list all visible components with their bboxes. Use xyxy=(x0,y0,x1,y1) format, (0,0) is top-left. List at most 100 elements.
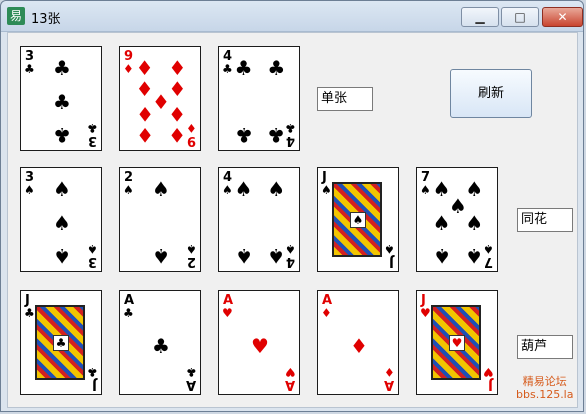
card-suit-icon-bottom: ♠ xyxy=(285,242,296,256)
card-suit-icon-bottom: ♠ xyxy=(483,242,494,256)
card-pip-icon: ♦ xyxy=(135,56,154,80)
card-pip-icon: ♠ xyxy=(432,177,451,201)
card-rank-bottom: J xyxy=(389,254,394,269)
card-suit-icon-bottom: ♥ xyxy=(483,365,494,379)
card-suit-icon-bottom: ♠ xyxy=(384,242,395,256)
card-suit-icon-bottom: ♣ xyxy=(285,121,296,135)
card-suit-icon: ♣ xyxy=(123,306,134,320)
card-pip-icon: ♣ xyxy=(267,123,286,148)
card-rank-bottom: J xyxy=(92,377,97,392)
card-suit-icon-bottom: ♠ xyxy=(87,242,98,256)
watermark-line1: 精易论坛 xyxy=(522,375,567,388)
close-button[interactable]: ✕ xyxy=(542,7,583,27)
title-bar[interactable]: 易 13张 ▁ □ ✕ xyxy=(1,1,583,32)
playing-card[interactable]: 2 ♠ 2 ♠ ♠ ♠ xyxy=(119,167,201,272)
card-rank-bottom: 4 xyxy=(285,133,295,148)
card-pip-icon: ♠ xyxy=(234,177,253,201)
card-pip-icon: ♠ xyxy=(465,210,484,235)
playing-card[interactable]: A ♣ A ♣ ♣ xyxy=(119,290,201,395)
card-suit-icon: ♠ xyxy=(123,183,134,197)
card-suit-icon-bottom: ♣ xyxy=(87,121,98,135)
hand-type-field-row2[interactable]: 同花 xyxy=(517,208,573,232)
card-suit-icon: ♠ xyxy=(222,183,233,197)
card-pip-icon: ♣ xyxy=(234,56,253,80)
card-pip-icon: ♠ xyxy=(53,177,71,201)
card-suit-icon-bottom: ♣ xyxy=(186,365,197,379)
card-rank-bottom: 3 xyxy=(87,133,97,148)
card-suit-icon-bottom: ♣ xyxy=(87,365,98,379)
card-pip-icon: ♠ xyxy=(267,244,286,269)
card-pip-icon: ♠ xyxy=(234,244,253,269)
card-pip-icon: ♦ xyxy=(168,56,187,80)
card-suit-icon: ♦ xyxy=(123,62,134,76)
face-card-suit-icon: ♠ xyxy=(350,212,366,228)
card-pip-icon: ♣ xyxy=(267,56,286,80)
card-pip-icon: ♥ xyxy=(251,333,269,358)
playing-card[interactable]: J ♥ J ♥ ♥ xyxy=(416,290,498,395)
card-pip-icon: ♠ xyxy=(53,210,71,235)
playing-card[interactable]: A ♥ A ♥ ♥ xyxy=(218,290,300,395)
maximize-button[interactable]: □ xyxy=(501,7,539,27)
card-rank-bottom: J xyxy=(488,377,493,392)
playing-card[interactable]: 4 ♣ 4 ♣ ♣ ♣ ♣ ♣ xyxy=(218,46,300,151)
hand-type-field-row3[interactable]: 葫芦 xyxy=(517,335,573,359)
card-suit-icon: ♣ xyxy=(24,306,35,320)
hand-type-field-row1[interactable]: 单张 xyxy=(317,87,373,111)
card-pip-icon: ♣ xyxy=(53,123,71,148)
card-suit-icon: ♦ xyxy=(321,306,332,320)
playing-card[interactable]: 9 ♦ 9 ♦ ♦ ♦ ♦ ♦ ♦ ♦ ♦ ♦ ♦ xyxy=(119,46,201,151)
card-suit-icon-bottom: ♠ xyxy=(186,242,197,256)
playing-card[interactable]: J ♣ J ♣ ♣ xyxy=(20,290,102,395)
card-suit-icon: ♥ xyxy=(420,306,431,320)
app-icon: 易 xyxy=(7,7,25,25)
card-pip-icon: ♠ xyxy=(432,210,451,235)
card-suit-icon: ♠ xyxy=(420,183,431,197)
maximize-icon: □ xyxy=(514,10,526,24)
playing-card[interactable]: 3 ♣ 3 ♣ ♣ ♣ ♣ xyxy=(20,46,102,151)
card-suit-icon: ♥ xyxy=(222,306,233,320)
card-rank-bottom: 3 xyxy=(87,254,97,269)
close-icon: ✕ xyxy=(557,10,568,24)
watermark-line2: bbs.125.la xyxy=(516,388,574,401)
card-rank-bottom: 2 xyxy=(186,254,196,269)
card-pip-icon: ♣ xyxy=(234,123,253,148)
card-pip-icon: ♣ xyxy=(53,89,71,114)
card-pip-icon: ♣ xyxy=(53,56,71,80)
card-pip-icon: ♠ xyxy=(152,244,170,269)
card-suit-icon-bottom: ♦ xyxy=(384,365,395,379)
face-card-art: ♠ xyxy=(332,182,382,257)
playing-card[interactable]: A ♦ A ♦ ♦ xyxy=(317,290,399,395)
card-pip-icon: ♠ xyxy=(432,244,451,269)
playing-card[interactable]: 7 ♠ 7 ♠ ♠ ♠ ♠ ♠ ♠ ♠ ♠ xyxy=(416,167,498,272)
playing-card[interactable]: J ♠ J ♠ ♠ xyxy=(317,167,399,272)
card-suit-icon: ♣ xyxy=(222,62,233,76)
card-pip-icon: ♦ xyxy=(135,123,154,148)
card-suit-icon-bottom: ♦ xyxy=(186,121,197,135)
minimize-button[interactable]: ▁ xyxy=(461,7,499,27)
playing-card[interactable]: 3 ♠ 3 ♠ ♠ ♠ ♠ xyxy=(20,167,102,272)
window-title: 13张 xyxy=(31,12,61,27)
face-card-art: ♣ xyxy=(35,305,85,380)
card-rank-bottom: 7 xyxy=(483,254,493,269)
card-suit-icon-bottom: ♥ xyxy=(285,365,296,379)
playing-card[interactable]: 4 ♠ 4 ♠ ♠ ♠ ♠ ♠ xyxy=(218,167,300,272)
card-pip-icon: ♦ xyxy=(135,77,154,101)
card-rank-bottom: 4 xyxy=(285,254,295,269)
card-pip-icon: ♦ xyxy=(350,333,368,358)
card-pip-icon: ♠ xyxy=(465,244,484,269)
client-area: 3 ♣ 3 ♣ ♣ ♣ ♣ 9 ♦ 9 ♦ ♦ ♦ ♦ ♦ ♦ ♦ ♦ ♦ ♦ 4 ♣ 4 ♣ ♣ ♣ ♣ ♣ 3 ♠ 3 ♠ ♠ ♠ ♠ 2 ♠ 2 ♠ ♠… xyxy=(7,32,578,408)
minimize-icon: ▁ xyxy=(475,10,485,24)
card-rank-bottom: A xyxy=(383,377,394,392)
card-pip-icon: ♦ xyxy=(135,102,154,127)
card-rank-bottom: 9 xyxy=(186,133,196,148)
card-pip-icon: ♦ xyxy=(168,123,187,148)
card-rank-bottom: A xyxy=(185,377,196,392)
watermark: 精易论坛 bbs.125.la xyxy=(516,375,573,401)
face-card-art: ♥ xyxy=(431,305,481,380)
card-pip-icon: ♠ xyxy=(449,193,467,218)
card-pip-icon: ♠ xyxy=(152,177,170,201)
refresh-button[interactable]: 刷新 xyxy=(450,69,532,118)
card-suit-icon: ♣ xyxy=(24,62,35,76)
face-card-suit-icon: ♥ xyxy=(449,335,465,351)
card-pip-icon: ♦ xyxy=(168,77,187,101)
